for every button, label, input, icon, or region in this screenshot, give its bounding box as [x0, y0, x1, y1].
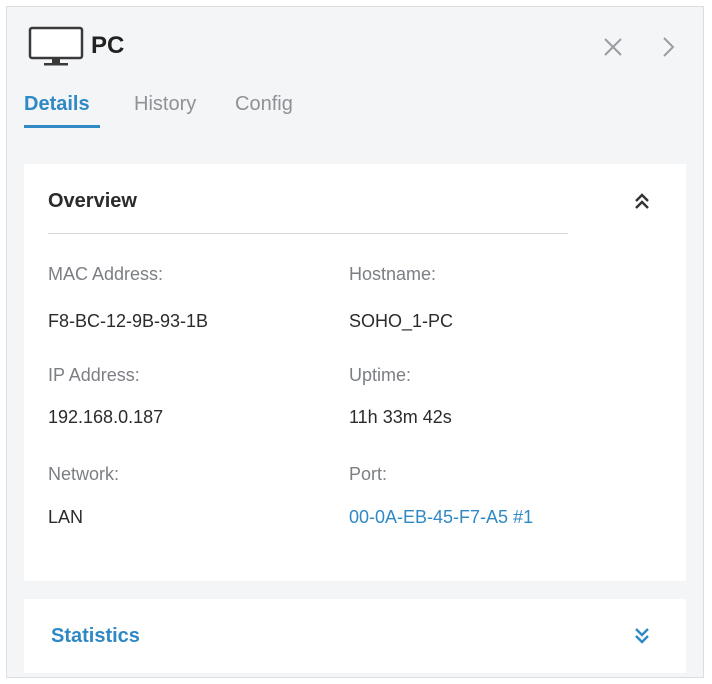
port-label: Port: — [349, 464, 388, 484]
monitor-icon — [28, 26, 84, 66]
network-value: LAN — [48, 507, 84, 527]
double-chevron-down-icon[interactable] — [628, 621, 656, 649]
active-tab-indicator — [24, 125, 100, 128]
ip-address-label: IP Address: — [48, 365, 140, 385]
mac-address-value: F8-BC-12-9B-93-1B — [48, 311, 209, 331]
mac-address-label: MAC Address: — [48, 264, 164, 284]
hostname-label: Hostname: — [349, 264, 437, 284]
device-details-panel: PC Details History Config Overview MAC A… — [6, 6, 704, 678]
tab-details[interactable]: Details — [24, 93, 90, 116]
overview-title: Overview — [48, 190, 137, 212]
port-link[interactable]: 00-0A-EB-45-F7-A5 #1 — [349, 507, 533, 528]
chevron-right-icon[interactable] — [652, 31, 684, 63]
double-chevron-up-icon[interactable] — [628, 188, 656, 216]
tab-config[interactable]: Config — [235, 93, 293, 116]
uptime-label: Uptime: — [349, 365, 412, 385]
tab-history[interactable]: History — [134, 93, 196, 116]
uptime-value: 11h 33m 42s — [349, 407, 452, 427]
statistics-title[interactable]: Statistics — [51, 625, 140, 648]
overview-card: Overview MAC Address: F8-BC-12-9B-93-1B … — [24, 164, 686, 581]
ip-address-value: 192.168.0.187 — [48, 407, 164, 427]
panel-header: PC — [7, 7, 703, 77]
close-icon[interactable] — [597, 31, 629, 63]
network-label: Network: — [48, 464, 120, 484]
statistics-card[interactable]: Statistics — [24, 599, 686, 673]
hostname-value: SOHO_1-PC — [349, 311, 454, 331]
device-name: PC — [91, 32, 125, 59]
overview-divider — [48, 233, 568, 234]
